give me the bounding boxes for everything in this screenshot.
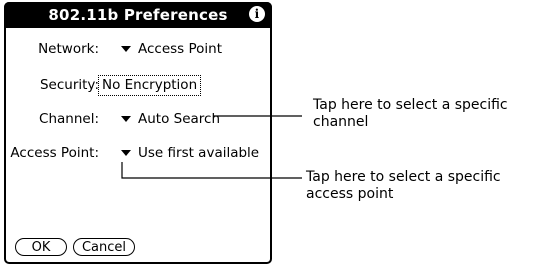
access-point-callout-text: Tap here to select a specific access poi… bbox=[306, 169, 501, 203]
access-point-callout-line-1: Tap here to select a specific bbox=[306, 169, 501, 185]
channel-callout-line-2: channel bbox=[313, 114, 369, 130]
channel-callout-text: Tap here to select a specific channel bbox=[313, 97, 508, 131]
callout-lines bbox=[121, 115, 302, 179]
access-point-callout-line-2: access point bbox=[306, 186, 394, 202]
access-point-callout-line bbox=[121, 162, 302, 179]
channel-callout-line-1: Tap here to select a specific bbox=[313, 97, 508, 113]
